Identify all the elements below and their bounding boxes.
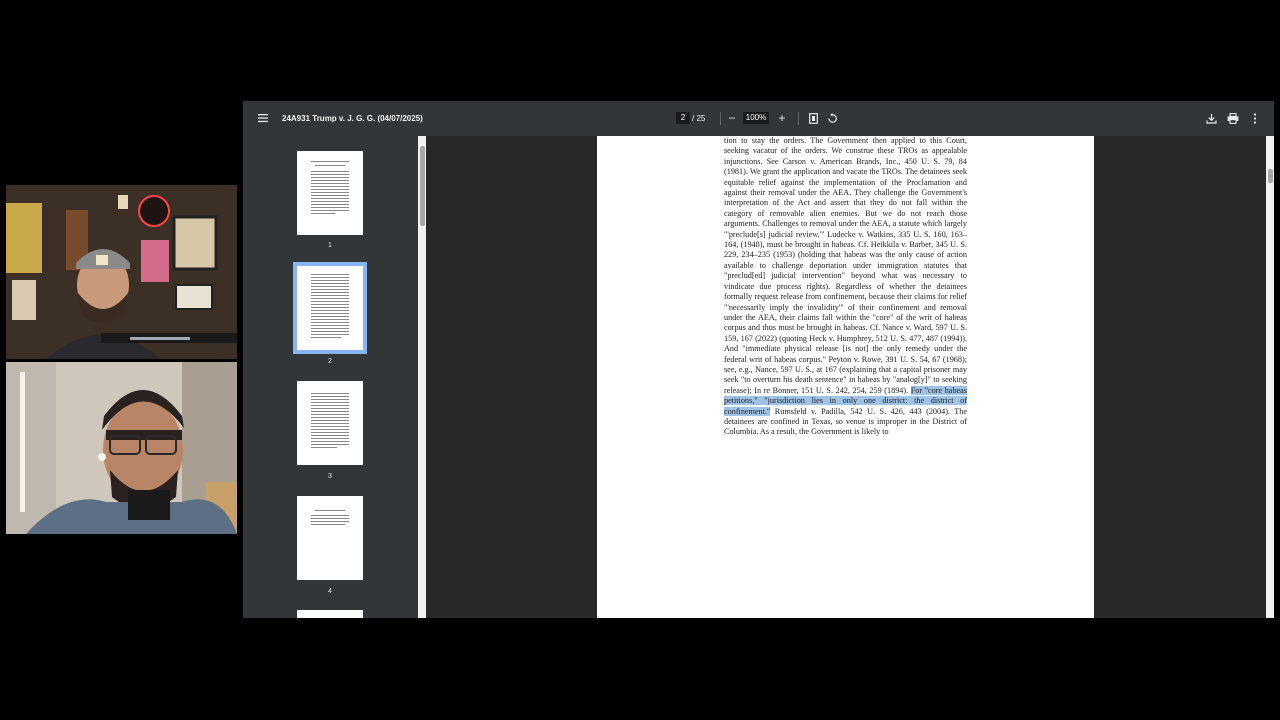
page-thumbnail-2[interactable]	[293, 262, 367, 354]
zoom-level-input[interactable]: 100%	[743, 112, 769, 124]
sidebar-scrollbar-thumb[interactable]	[420, 146, 425, 226]
page-number-input[interactable]: 2	[676, 112, 690, 124]
pdf-toolbar: 24A931 Trump v. J. G. G. (04/07/2025) 2 …	[243, 101, 1274, 136]
webcam-feed-guest	[6, 362, 237, 534]
document-view[interactable]: tion to stay the orders. The Government …	[426, 136, 1266, 618]
document-title: 24A931 Trump v. J. G. G. (04/07/2025)	[282, 114, 423, 123]
thumbnail-number: 4	[328, 588, 332, 595]
webcam-feed-host	[6, 185, 237, 359]
toolbar-divider	[720, 112, 721, 125]
pdf-page: tion to stay the orders. The Government …	[597, 136, 1094, 618]
page-thumbnail-5-partial[interactable]	[297, 610, 363, 618]
thumbnail-sidebar: 1 2 3 4	[243, 136, 426, 618]
more-vert-icon[interactable]	[1246, 109, 1264, 127]
pdf-viewer: 24A931 Trump v. J. G. G. (04/07/2025) 2 …	[243, 101, 1274, 618]
fit-page-icon[interactable]	[804, 109, 822, 127]
toolbar-divider	[798, 112, 799, 125]
rotate-icon[interactable]	[823, 109, 841, 127]
webcam-guest-image	[6, 362, 237, 534]
document-scrollbar-thumb[interactable]	[1268, 169, 1273, 183]
thumbnail-number: 2	[328, 358, 332, 365]
page-body-text: tion to stay the orders. The Government …	[724, 136, 967, 438]
page-thumbnail-3[interactable]	[297, 381, 363, 465]
page-text-segment: tion to stay the orders. The Government …	[724, 136, 967, 395]
webcam-host-image	[6, 185, 237, 359]
menu-icon[interactable]	[254, 109, 272, 127]
zoom-out-button[interactable]: −	[723, 109, 741, 127]
page-thumbnail-4[interactable]	[297, 496, 363, 580]
print-icon[interactable]	[1224, 109, 1242, 127]
thumbnail-number: 1	[328, 242, 332, 249]
download-icon[interactable]	[1202, 109, 1220, 127]
thumbnail-number: 3	[328, 473, 332, 480]
page-total-label: / 25	[692, 114, 706, 123]
zoom-in-button[interactable]: +	[773, 109, 791, 127]
document-scrollbar[interactable]	[1266, 136, 1274, 618]
page-thumbnail-1[interactable]	[297, 151, 363, 235]
